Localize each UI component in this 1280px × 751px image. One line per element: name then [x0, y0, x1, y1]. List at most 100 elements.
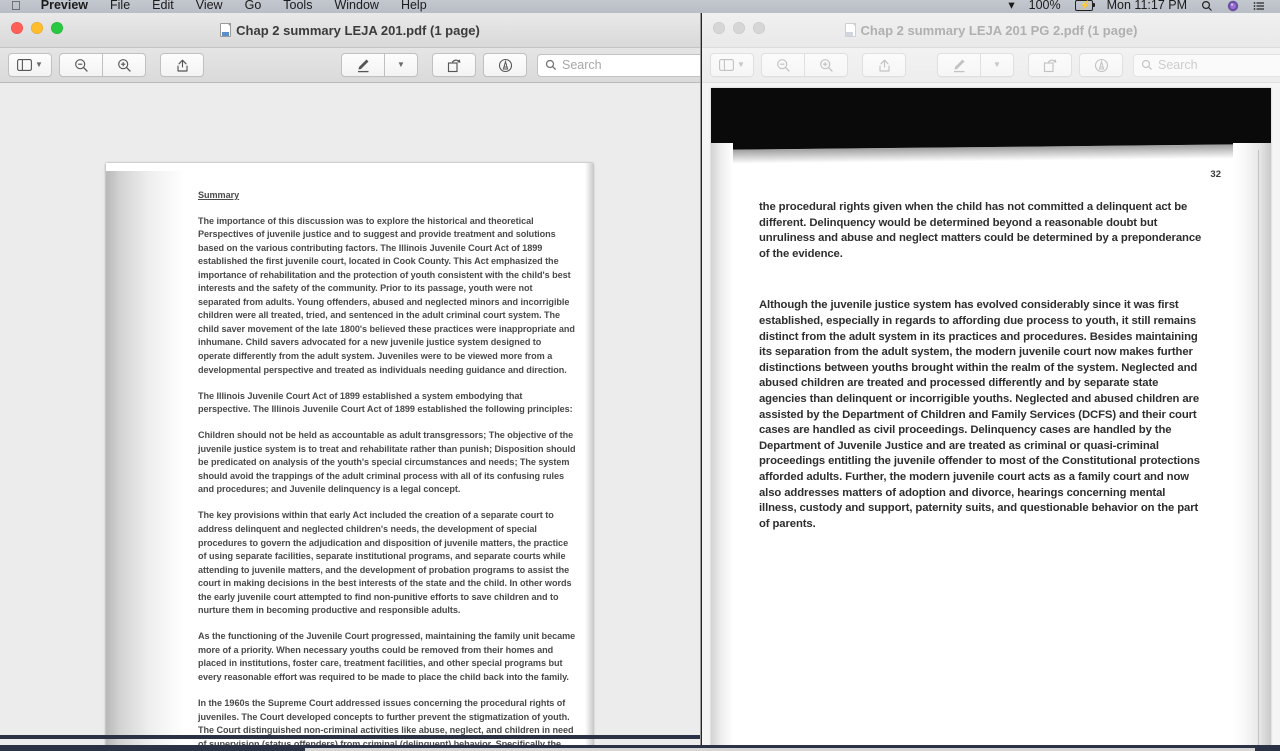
zoom-button[interactable] [51, 22, 63, 34]
markup-pen-icon [952, 58, 966, 73]
left-window-bottom-rim [0, 735, 700, 739]
document-heading-left: Summary [198, 190, 240, 200]
paragraph: The key provisions within that early Act… [198, 510, 572, 616]
sidebar-toggle-button[interactable]: ▼ [710, 53, 754, 77]
paragraph: As the functioning of the Juvenile Court… [198, 631, 576, 682]
paragraph: In the 1960s the Supreme Court addressed… [198, 698, 574, 749]
scan-right-edge [1233, 143, 1271, 748]
scan-top-band [711, 88, 1271, 150]
share-button[interactable] [160, 53, 204, 77]
sidebar-toggle-icon [719, 59, 734, 71]
rotate-icon [447, 58, 462, 73]
window-title-right-container: Chap 2 summary LEJA 201 PG 2.pdf (1 page… [702, 23, 1280, 38]
scan-left-shadow [106, 171, 184, 751]
spotlight-search-icon[interactable] [1194, 0, 1220, 13]
traffic-lights-right [713, 22, 765, 34]
zoom-button[interactable] [753, 22, 765, 34]
search-field-right[interactable]: Search [1133, 53, 1280, 77]
notification-center-icon[interactable] [1246, 0, 1272, 13]
search-icon [1141, 59, 1153, 71]
zoom-out-icon [74, 58, 89, 73]
share-icon [176, 58, 189, 73]
sidebar-toggle-icon [17, 59, 32, 71]
window-title-right: Chap 2 summary LEJA 201 PG 2.pdf (1 page… [860, 22, 1138, 38]
sidebar-toggle-button[interactable]: ▼ [8, 53, 52, 77]
preview-window-right[interactable]: Chap 2 summary LEJA 201 PG 2.pdf (1 page… [702, 13, 1280, 751]
menu-item-file[interactable]: File [99, 0, 141, 13]
zoom-out-button[interactable] [761, 53, 805, 77]
markup-dropdown-button[interactable]: ▼ [385, 53, 418, 77]
zoom-in-button[interactable] [805, 53, 848, 77]
chevron-down-icon: ▼ [35, 60, 43, 69]
minimize-button[interactable] [733, 22, 745, 34]
screen:  Preview File Edit View Go Tools Window… [0, 0, 1280, 751]
highlight-button[interactable] [1079, 53, 1123, 77]
scan-left-edge [711, 143, 733, 748]
zoom-button-group [59, 53, 146, 77]
scanned-page-right: 32 the procedural rights given when the … [711, 88, 1271, 748]
siri-icon[interactable] [1220, 0, 1246, 13]
search-placeholder-left: Search [562, 58, 602, 72]
paragraph: The importance of this discussion was to… [198, 215, 575, 375]
apple-logo-icon[interactable]:  [8, 0, 30, 13]
rotate-button[interactable] [432, 53, 476, 77]
scan-right-edge [585, 163, 593, 751]
paragraph: Children should not be held as accountab… [198, 430, 576, 495]
markup-dropdown-button[interactable]: ▼ [981, 53, 1014, 77]
document-viewport-left[interactable]: Summary The importance of this discussio… [0, 83, 700, 751]
chevron-down-icon: ▼ [397, 60, 405, 69]
menu-item-window[interactable]: Window [323, 0, 389, 13]
close-button[interactable] [11, 22, 23, 34]
window-titlebar-left[interactable]: Chap 2 summary LEJA 201.pdf (1 page) [0, 13, 700, 48]
desktop-bottom-strip [0, 745, 1280, 751]
window-titlebar-right[interactable]: Chap 2 summary LEJA 201 PG 2.pdf (1 page… [702, 13, 1280, 48]
zoom-in-icon [819, 58, 834, 73]
battery-charging-icon[interactable]: ⚡ [1068, 0, 1100, 13]
menu-bar-left:  Preview File Edit View Go Tools Window… [0, 0, 438, 13]
document-viewport-right[interactable]: 32 the procedural rights given when the … [702, 83, 1280, 751]
pdf-document-icon [220, 23, 232, 37]
menu-item-tools[interactable]: Tools [272, 0, 323, 13]
highlight-icon [1094, 58, 1109, 73]
highlight-icon [498, 58, 513, 73]
window-title-left: Chap 2 summary LEJA 201.pdf (1 page) [236, 22, 480, 38]
markup-pen-icon [356, 58, 370, 73]
paragraph: The Illinois Juvenile Court Act of 1899 … [198, 390, 573, 415]
markup-button-group: ▼ [341, 53, 418, 77]
share-button[interactable] [862, 53, 906, 77]
zoom-out-button[interactable] [59, 53, 103, 77]
pdf-document-icon [844, 23, 856, 37]
markup-button[interactable] [937, 53, 981, 77]
menu-item-help[interactable]: Help [390, 0, 438, 13]
window-toolbar-right: ▼ ▼ Search [702, 48, 1280, 83]
zoom-in-icon [117, 58, 132, 73]
menu-item-go[interactable]: Go [234, 0, 273, 13]
markup-button[interactable] [341, 53, 385, 77]
rotate-button[interactable] [1028, 53, 1072, 77]
highlight-button[interactable] [483, 53, 527, 77]
markup-button-group: ▼ [937, 53, 1014, 77]
paragraph: Although the juvenile justice system has… [759, 299, 1200, 530]
search-icon [545, 59, 557, 71]
volume-icon[interactable]: ▾ [1001, 0, 1021, 13]
menu-item-view[interactable]: View [185, 0, 234, 13]
zoom-in-button[interactable] [103, 53, 146, 77]
share-icon [878, 58, 891, 73]
page-number: 32 [1210, 169, 1221, 180]
paragraph: the procedural rights given when the chi… [759, 201, 1202, 260]
menu-item-preview[interactable]: Preview [30, 0, 99, 13]
close-button[interactable] [713, 22, 725, 34]
preview-window-left[interactable]: Chap 2 summary LEJA 201.pdf (1 page) ▼ ▼… [0, 13, 701, 751]
menu-bar-clock[interactable]: Mon 11:17 PM [1100, 0, 1194, 13]
menu-item-edit[interactable]: Edit [141, 0, 185, 13]
chevron-down-icon: ▼ [993, 60, 1001, 69]
battery-percent[interactable]: 100% [1022, 0, 1068, 13]
minimize-button[interactable] [31, 22, 43, 34]
rotate-icon [1043, 58, 1058, 73]
scan-right-edge-line [1258, 150, 1259, 748]
search-field-left[interactable]: Search [537, 53, 700, 77]
zoom-out-icon [776, 58, 791, 73]
macos-menu-bar:  Preview File Edit View Go Tools Window… [0, 0, 1280, 13]
document-text-right: the procedural rights given when the chi… [759, 200, 1204, 532]
chevron-down-icon: ▼ [737, 60, 745, 69]
